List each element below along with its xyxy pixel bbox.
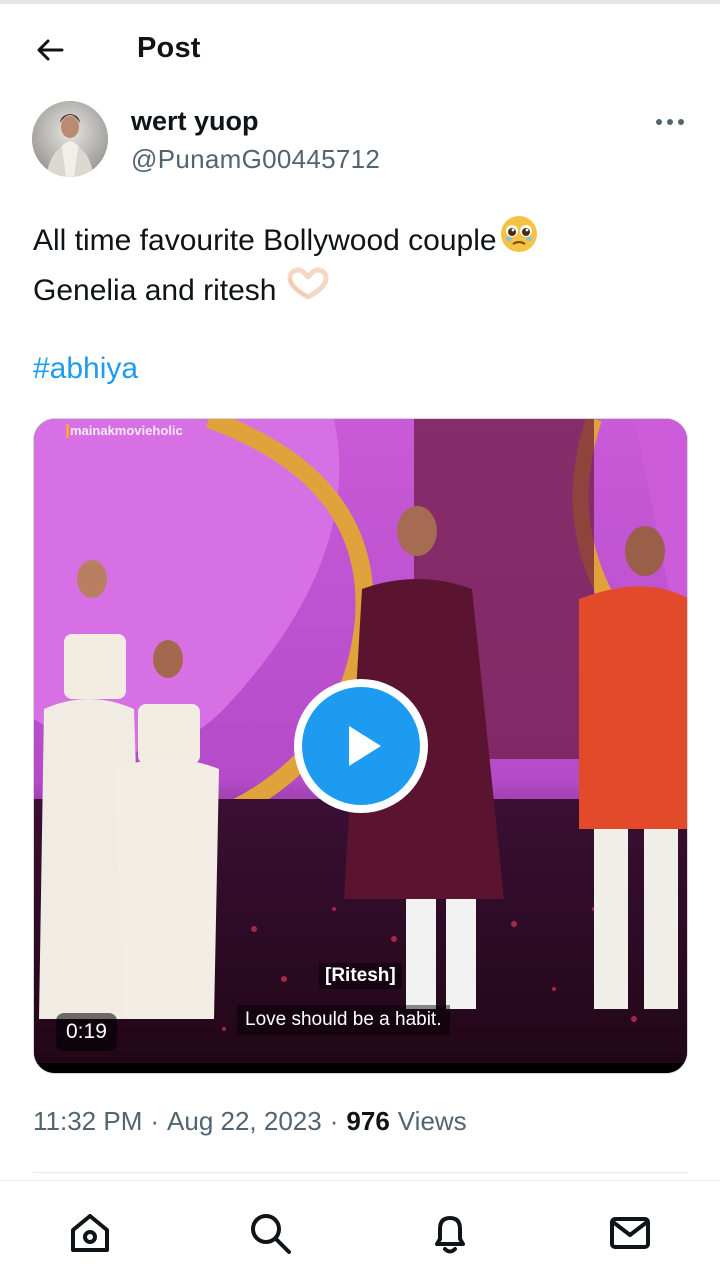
nav-messages[interactable] [606, 1209, 654, 1257]
video-duration: 0:19 [56, 1013, 117, 1051]
avatar[interactable] [32, 101, 108, 177]
watermark-bar [66, 424, 69, 438]
more-horizontal-icon [656, 119, 684, 125]
views-label: Views [397, 1106, 467, 1136]
notifications-icon [435, 1216, 465, 1254]
nav-search[interactable] [246, 1209, 294, 1257]
tweet-time[interactable]: 11:32 PM [33, 1106, 142, 1137]
meta-separator: · [329, 1106, 339, 1136]
views-count: 976 [346, 1106, 390, 1136]
display-name[interactable]: wert yuop [131, 106, 259, 137]
messages-icon [610, 1217, 650, 1249]
tweet-text: All time favourite Bollywood couple Gene… [33, 214, 693, 314]
pleading-face-emoji-icon [499, 214, 539, 267]
header: Post [0, 4, 720, 92]
video-watermark: mainakmovieholic [70, 423, 183, 438]
video-player[interactable]: mainakmovieholic [Ritesh] Love should be… [33, 418, 688, 1074]
tweet-meta: 11:32 PM · Aug 22, 2023 · 976 Views [33, 1106, 467, 1137]
nav-home[interactable] [66, 1209, 114, 1257]
heart-hands-emoji-icon [287, 267, 329, 314]
play-button[interactable] [294, 679, 428, 813]
video-bottom-bar [34, 1063, 687, 1073]
caption-text: Love should be a habit. [237, 1005, 450, 1035]
tweet-date[interactable]: Aug 22, 2023 [167, 1106, 322, 1137]
avatar-image [32, 101, 108, 177]
back-button[interactable] [24, 28, 76, 72]
nav-notifications[interactable] [426, 1209, 474, 1257]
tweet-line-2: Genelia and ritesh [33, 274, 277, 307]
arrow-left-icon [37, 39, 64, 61]
hashtag-link[interactable]: #abhiya [33, 352, 138, 386]
home-icon [71, 1214, 109, 1252]
meta-separator: · [150, 1106, 160, 1136]
user-handle[interactable]: @PunamG00445712 [131, 144, 380, 175]
bottom-navigation [0, 1180, 720, 1280]
page-title: Post [137, 32, 201, 64]
more-options-button[interactable] [646, 108, 694, 136]
play-icon [349, 726, 381, 766]
divider [33, 1172, 688, 1173]
search-icon [251, 1214, 291, 1254]
tweet-line-1: All time favourite Bollywood couple [33, 224, 497, 257]
caption-speaker: [Ritesh] [319, 963, 402, 989]
